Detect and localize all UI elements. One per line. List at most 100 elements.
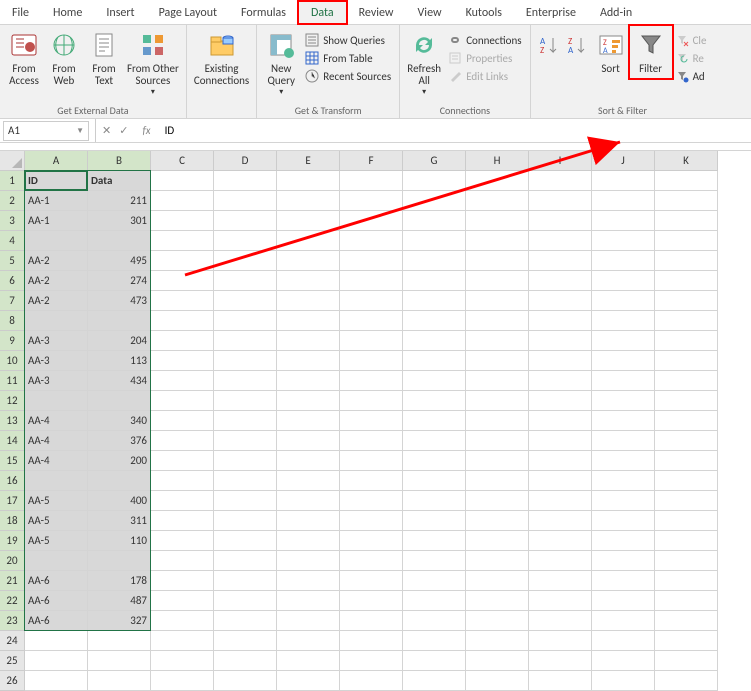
cell[interactable]: [88, 391, 151, 411]
row-header[interactable]: 4: [0, 231, 25, 251]
cell[interactable]: [655, 431, 718, 451]
sort-desc-button[interactable]: ZA: [563, 27, 591, 59]
cell[interactable]: 311: [88, 511, 151, 531]
cell[interactable]: [655, 231, 718, 251]
cell[interactable]: [151, 651, 214, 671]
cell[interactable]: [592, 591, 655, 611]
cell[interactable]: AA-6: [25, 591, 88, 611]
cell[interactable]: [214, 371, 277, 391]
cell[interactable]: [214, 311, 277, 331]
cell[interactable]: [529, 471, 592, 491]
row-header[interactable]: 23: [0, 611, 25, 631]
cell[interactable]: [214, 471, 277, 491]
cell[interactable]: [592, 391, 655, 411]
cell[interactable]: [655, 611, 718, 631]
cell[interactable]: AA-6: [25, 611, 88, 631]
cell[interactable]: [466, 171, 529, 191]
cell[interactable]: AA-1: [25, 191, 88, 211]
col-header-A[interactable]: A: [25, 151, 88, 171]
cell[interactable]: [592, 331, 655, 351]
cell[interactable]: [466, 451, 529, 471]
cell[interactable]: [655, 451, 718, 471]
sort-button[interactable]: ZA Sort: [591, 27, 631, 77]
cell[interactable]: [466, 671, 529, 691]
cell[interactable]: [592, 611, 655, 631]
connections-button[interactable]: Connections: [444, 31, 525, 49]
cell[interactable]: [592, 431, 655, 451]
row-header[interactable]: 14: [0, 431, 25, 451]
cell[interactable]: [529, 191, 592, 211]
cell[interactable]: AA-2: [25, 291, 88, 311]
cell[interactable]: 113: [88, 351, 151, 371]
tab-view[interactable]: View: [406, 2, 454, 24]
fx-icon[interactable]: fx: [142, 124, 150, 137]
cell[interactable]: [25, 631, 88, 651]
cell[interactable]: [403, 671, 466, 691]
cell[interactable]: [403, 651, 466, 671]
name-box[interactable]: A1 ▼: [3, 121, 89, 141]
cell[interactable]: [214, 431, 277, 451]
cell[interactable]: [592, 571, 655, 591]
cell[interactable]: [277, 611, 340, 631]
cell[interactable]: [214, 611, 277, 631]
cell[interactable]: [466, 611, 529, 631]
cell[interactable]: [277, 491, 340, 511]
cell[interactable]: [340, 431, 403, 451]
cell[interactable]: [403, 271, 466, 291]
from-text-button[interactable]: FromText: [84, 27, 124, 89]
cell[interactable]: [466, 351, 529, 371]
row-header[interactable]: 20: [0, 551, 25, 571]
cell[interactable]: [529, 431, 592, 451]
cell[interactable]: [151, 431, 214, 451]
cell[interactable]: [151, 491, 214, 511]
tab-page-layout[interactable]: Page Layout: [147, 2, 229, 24]
cell[interactable]: [466, 331, 529, 351]
cell[interactable]: [529, 271, 592, 291]
row-header[interactable]: 12: [0, 391, 25, 411]
from-web-button[interactable]: FromWeb: [44, 27, 84, 89]
row-header[interactable]: 5: [0, 251, 25, 271]
cell[interactable]: [403, 171, 466, 191]
cell[interactable]: [340, 391, 403, 411]
cell[interactable]: 495: [88, 251, 151, 271]
cell[interactable]: [340, 191, 403, 211]
col-header-I[interactable]: I: [529, 151, 592, 171]
cell[interactable]: [25, 671, 88, 691]
cell[interactable]: [655, 531, 718, 551]
cell[interactable]: [592, 651, 655, 671]
cell[interactable]: [340, 171, 403, 191]
cell[interactable]: [214, 551, 277, 571]
cell[interactable]: [529, 251, 592, 271]
cell[interactable]: [88, 231, 151, 251]
col-header-D[interactable]: D: [214, 151, 277, 171]
cell[interactable]: [529, 331, 592, 351]
row-header[interactable]: 26: [0, 671, 25, 691]
cell[interactable]: [340, 291, 403, 311]
cell[interactable]: 473: [88, 291, 151, 311]
row-header[interactable]: 15: [0, 451, 25, 471]
cell[interactable]: [655, 551, 718, 571]
cell[interactable]: [277, 531, 340, 551]
cell[interactable]: [214, 651, 277, 671]
row-header[interactable]: 13: [0, 411, 25, 431]
cell[interactable]: [151, 411, 214, 431]
row-header[interactable]: 21: [0, 571, 25, 591]
cell[interactable]: [214, 291, 277, 311]
cell[interactable]: [403, 251, 466, 271]
cell[interactable]: [403, 451, 466, 471]
cell[interactable]: [655, 351, 718, 371]
cell[interactable]: [151, 511, 214, 531]
cell[interactable]: [655, 391, 718, 411]
cell[interactable]: [214, 491, 277, 511]
cell[interactable]: [529, 491, 592, 511]
tab-enterprise[interactable]: Enterprise: [514, 2, 588, 24]
cell[interactable]: [655, 571, 718, 591]
cell[interactable]: [529, 571, 592, 591]
cell[interactable]: [277, 411, 340, 431]
cell[interactable]: [592, 451, 655, 471]
cell[interactable]: [466, 231, 529, 251]
cell[interactable]: [529, 651, 592, 671]
cell[interactable]: [277, 351, 340, 371]
cell[interactable]: [529, 171, 592, 191]
cell[interactable]: [88, 671, 151, 691]
